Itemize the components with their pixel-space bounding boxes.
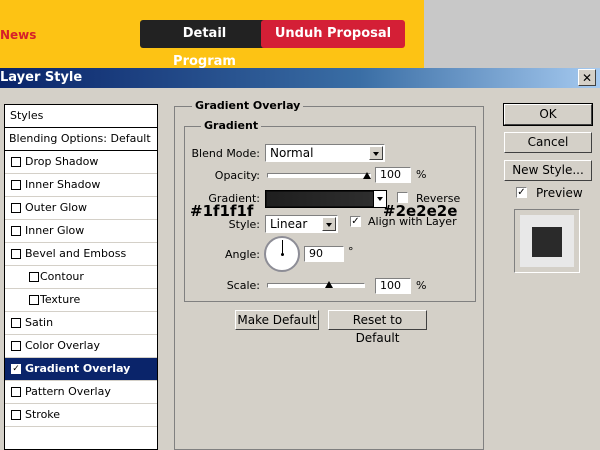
gradient-style-select[interactable]: Linear [265, 215, 338, 233]
style-item-label: Bevel and Emboss [25, 247, 127, 260]
style-item-pattern-overlay[interactable]: Pattern Overlay [5, 381, 157, 404]
style-item-bevel-and-emboss[interactable]: Bevel and Emboss [5, 243, 157, 266]
style-item-inner-shadow[interactable]: Inner Shadow [5, 174, 157, 197]
align-with-layer-checkbox[interactable]: ✓ [350, 216, 361, 227]
style-preview-canvas [520, 215, 574, 267]
style-item-texture[interactable]: Texture [5, 289, 157, 312]
style-item-checkbox[interactable]: ✓ [11, 364, 21, 374]
angle-needle [282, 240, 283, 254]
style-item-contour[interactable]: Contour [5, 266, 157, 289]
style-item-checkbox[interactable] [11, 180, 21, 190]
new-style-button[interactable]: New Style... [504, 160, 592, 181]
dialog-title: Layer Style [0, 70, 83, 85]
opacity-slider-track[interactable] [267, 173, 371, 178]
gradient-style-value: Linear [270, 217, 308, 231]
style-label: Style: [228, 218, 260, 231]
opacity-slider-thumb[interactable] [363, 172, 371, 179]
reset-to-default-button[interactable]: Reset to Default [328, 310, 427, 345]
style-item-label: Drop Shadow [25, 155, 99, 168]
angle-input[interactable]: 90 [304, 246, 344, 262]
style-item-color-overlay[interactable]: Color Overlay [5, 335, 157, 358]
make-default-button[interactable]: Make Default [235, 310, 319, 330]
style-item-label: Outer Glow [25, 201, 88, 214]
style-item-drop-shadow[interactable]: Drop Shadow [5, 151, 157, 174]
checkmark-icon: ✓ [517, 187, 526, 198]
opacity-input[interactable]: 100 [375, 167, 411, 183]
style-item-checkbox[interactable] [11, 410, 21, 420]
style-item-label: Stroke [25, 408, 61, 421]
opacity-unit: % [416, 168, 427, 181]
style-item-gradient-overlay[interactable]: ✓ Gradient Overlay [5, 358, 157, 381]
style-item-checkbox[interactable] [11, 249, 21, 259]
style-item-label: Texture [40, 293, 81, 306]
style-item-inner-glow[interactable]: Inner Glow [5, 220, 157, 243]
blend-mode-select[interactable]: Normal [265, 144, 385, 162]
angle-label: Angle: [224, 248, 260, 261]
gradient-overlay-group-title: Gradient Overlay [192, 99, 304, 112]
style-item-stroke[interactable]: Stroke [5, 404, 157, 427]
preview-checkbox[interactable]: ✓ [516, 187, 527, 198]
style-item-checkbox[interactable] [11, 341, 21, 351]
gradient-preview-fill[interactable] [267, 192, 373, 206]
unduh-proposal-button[interactable]: Unduh Proposal [261, 20, 405, 48]
scale-slider-thumb[interactable] [325, 281, 333, 288]
style-item-checkbox[interactable] [11, 226, 21, 236]
scale-label: Scale: [226, 279, 260, 292]
website-header-bar: News Detail Program Unduh Proposal [0, 0, 424, 69]
align-with-layer-label: Align with Layer [368, 215, 457, 228]
style-item-label: Satin [25, 316, 54, 329]
style-item-label: Inner Glow [25, 224, 85, 237]
gradient-picker[interactable] [265, 190, 387, 208]
website-background-right [424, 0, 600, 68]
style-item-label: Pattern Overlay [25, 385, 111, 398]
dialog-titlebar: Layer Style ✕ [0, 68, 600, 88]
detail-program-button[interactable]: Detail Program [140, 20, 269, 69]
style-preview [514, 209, 580, 273]
styles-list: Styles Blending Options: Default Drop Sh… [4, 104, 158, 450]
scale-slider-track[interactable] [267, 283, 365, 288]
checkmark-icon: ✓ [351, 216, 360, 227]
blend-mode-value: Normal [270, 146, 314, 160]
style-preview-swatch [532, 227, 562, 257]
chevron-down-icon [322, 217, 336, 231]
close-icon: ✕ [581, 71, 593, 85]
scale-unit: % [416, 279, 427, 292]
style-item-checkbox[interactable] [29, 295, 39, 305]
ok-button[interactable]: OK [503, 103, 593, 126]
chevron-down-icon [369, 146, 383, 160]
opacity-label: Opacity: [214, 169, 260, 182]
news-link[interactable]: News [0, 28, 36, 42]
angle-dial-center [281, 253, 284, 256]
angle-dial[interactable] [264, 236, 300, 272]
blend-mode-label: Blend Mode: [191, 147, 261, 160]
style-item-outer-glow[interactable]: Outer Glow [5, 197, 157, 220]
styles-list-header[interactable]: Styles [5, 105, 157, 128]
blending-options-label: Blending Options: Default [9, 132, 151, 145]
style-item-label: Color Overlay [25, 339, 100, 352]
style-item-checkbox[interactable] [11, 203, 21, 213]
style-item-label: Inner Shadow [25, 178, 101, 191]
cancel-button[interactable]: Cancel [504, 132, 592, 153]
style-item-checkbox[interactable] [11, 318, 21, 328]
gradient-subgroup-title: Gradient [201, 119, 262, 132]
style-item-satin[interactable]: Satin [5, 312, 157, 335]
style-item-label: Contour [40, 270, 84, 283]
scale-input[interactable]: 100 [375, 278, 411, 294]
style-item-label: Gradient Overlay [25, 362, 131, 375]
style-item-checkbox[interactable] [29, 272, 39, 282]
angle-unit: ° [348, 245, 354, 258]
style-item-checkbox[interactable] [11, 157, 21, 167]
blending-options-item[interactable]: Blending Options: Default [5, 128, 157, 151]
preview-label: Preview [536, 186, 583, 200]
close-button[interactable]: ✕ [578, 69, 596, 86]
style-item-checkbox[interactable] [11, 387, 21, 397]
